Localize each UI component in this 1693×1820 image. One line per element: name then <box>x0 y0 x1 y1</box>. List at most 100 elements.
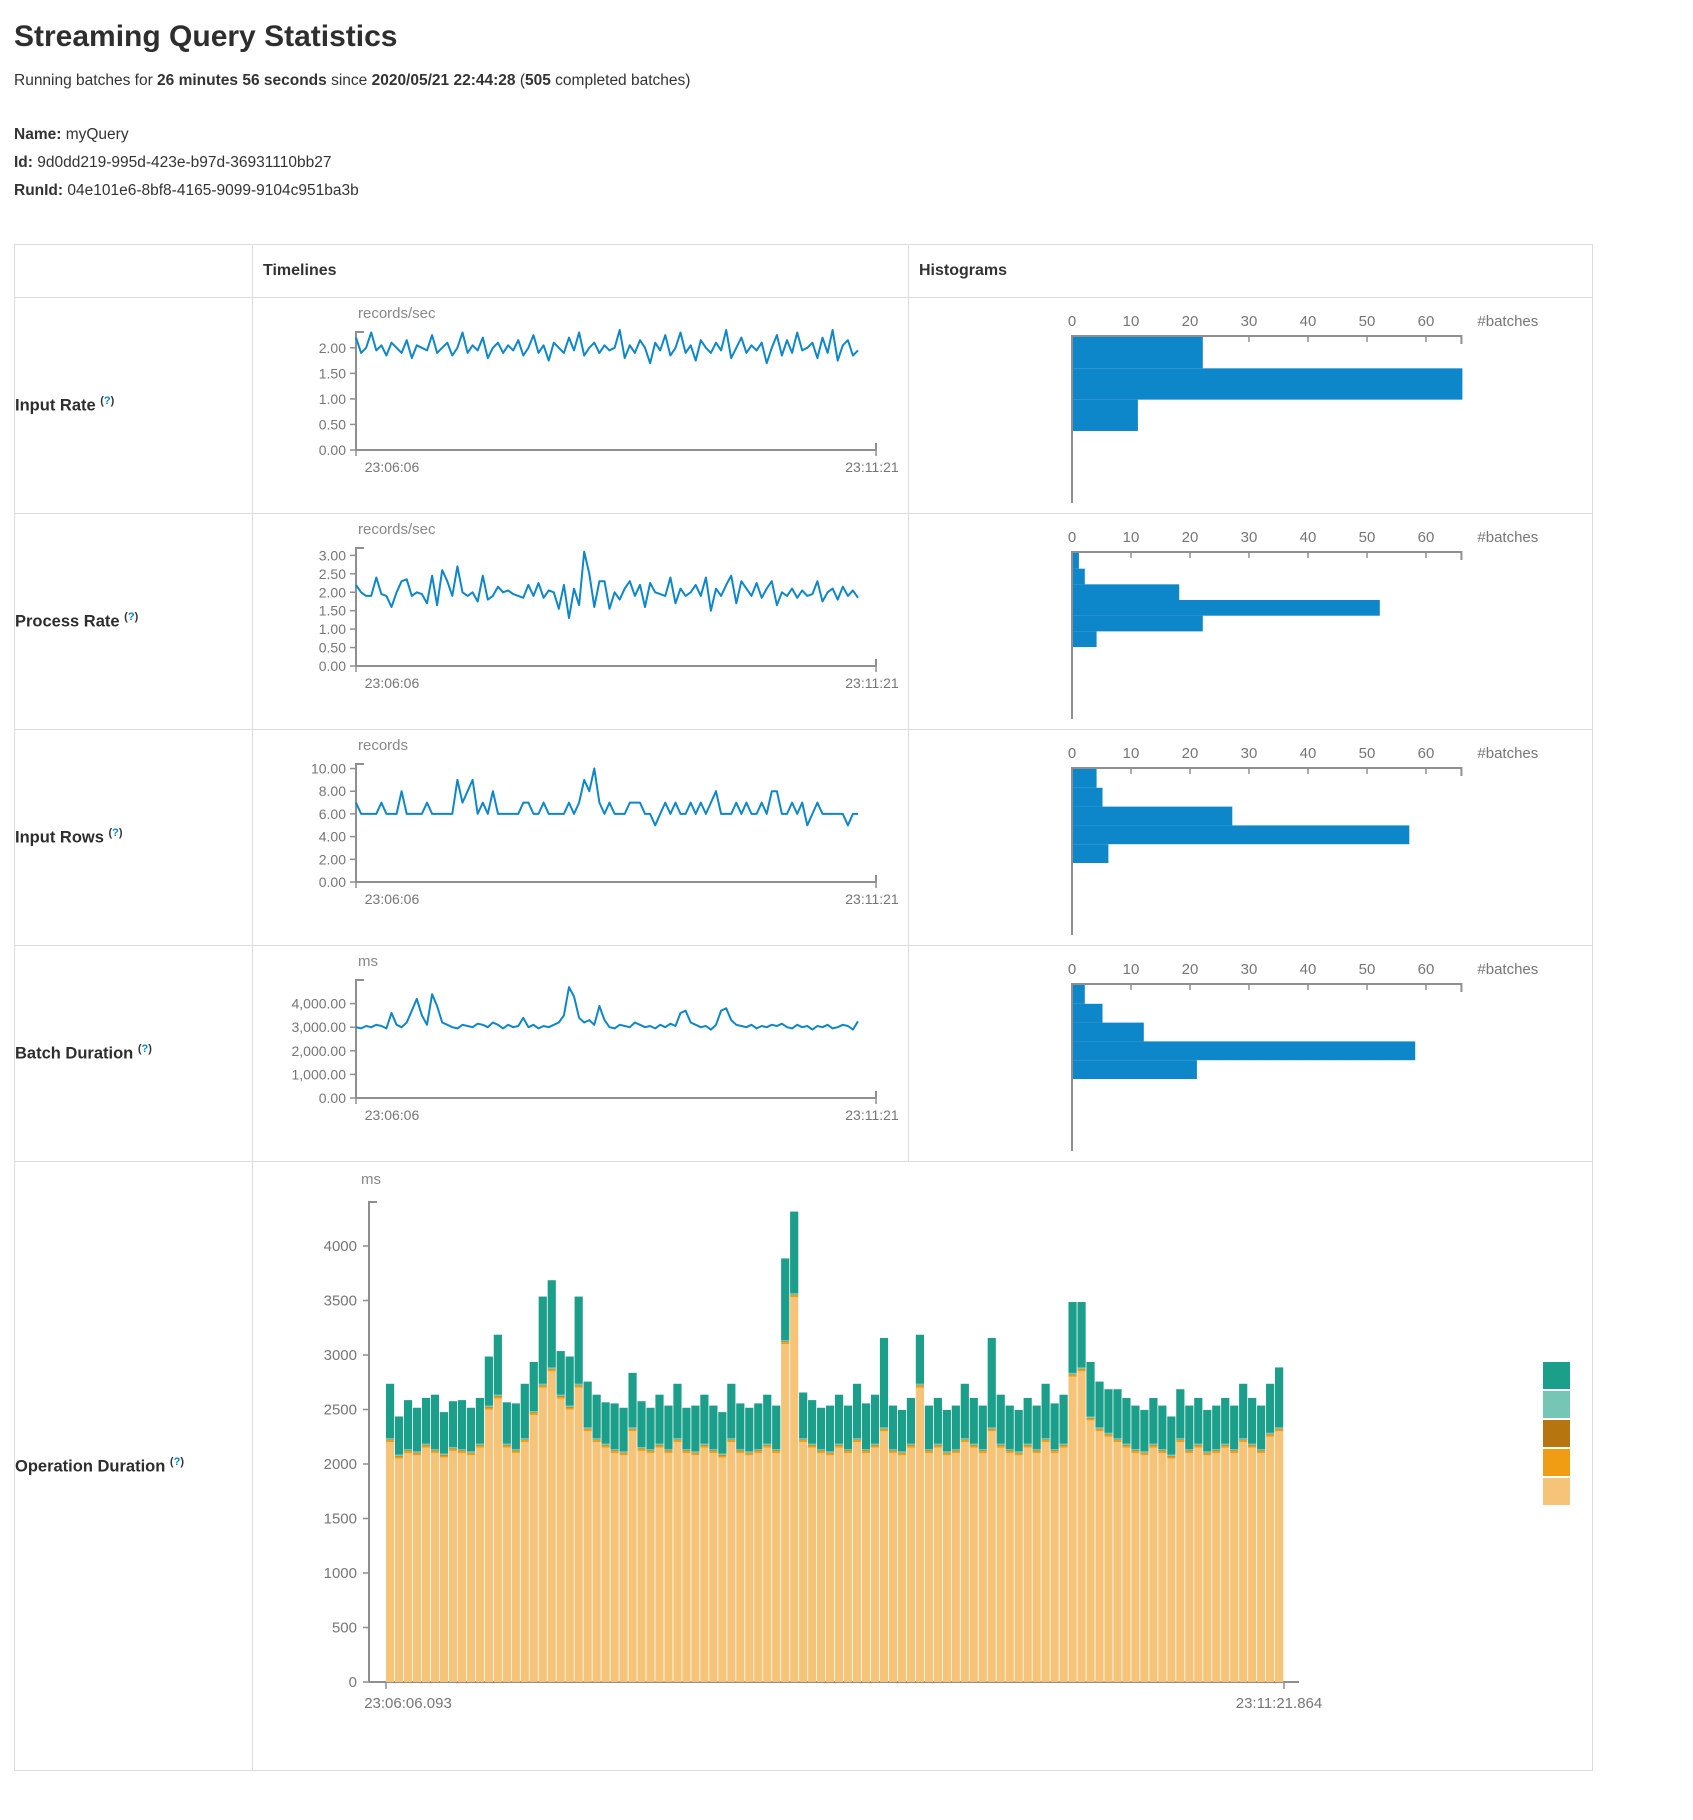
svg-text:10: 10 <box>1123 745 1140 762</box>
svg-text:50: 50 <box>1359 961 1376 978</box>
timelines-header: Timelines <box>253 245 909 298</box>
input-rate-help-tooltip[interactable]: (?) <box>100 395 114 407</box>
svg-text:4000: 4000 <box>324 1238 357 1255</box>
metric-column-header <box>15 245 253 298</box>
name-value: myQuery <box>61 126 128 143</box>
svg-text:20: 20 <box>1182 745 1199 762</box>
svg-text:0.00: 0.00 <box>319 442 346 458</box>
svg-text:50: 50 <box>1359 745 1376 762</box>
batch-duration-timeline-chart: ms4,000.003,000.002,000.001,000.000.0023… <box>253 946 909 1162</box>
input-rate-histogram-chart: 0102030405060#batches <box>909 298 1593 514</box>
svg-text:60: 60 <box>1418 529 1435 546</box>
svg-text:10: 10 <box>1123 529 1140 546</box>
legend-swatch-5 <box>1543 1478 1570 1505</box>
svg-text:1.00: 1.00 <box>319 391 346 407</box>
svg-text:23:11:21: 23:11:21 <box>845 459 899 475</box>
svg-text:records/sec: records/sec <box>358 521 436 538</box>
svg-text:30: 30 <box>1241 961 1258 978</box>
svg-text:3000: 3000 <box>324 1347 357 1364</box>
svg-text:1,000.00: 1,000.00 <box>292 1066 347 1082</box>
summary-paren: ( <box>516 72 525 89</box>
legend-swatch-1 <box>1543 1362 1570 1389</box>
svg-text:23:06:06: 23:06:06 <box>365 675 420 691</box>
page-title: Streaming Query Statistics <box>14 20 1693 54</box>
svg-text:4,000.00: 4,000.00 <box>292 996 347 1012</box>
svg-text:#batches: #batches <box>1477 745 1538 762</box>
process-rate-label: Process Rate (?) <box>15 514 253 730</box>
svg-text:23:06:06: 23:06:06 <box>365 1107 420 1123</box>
svg-text:1.00: 1.00 <box>319 621 346 637</box>
svg-text:ms: ms <box>361 1171 381 1188</box>
svg-text:1.50: 1.50 <box>319 603 346 619</box>
svg-text:23:06:06: 23:06:06 <box>365 891 420 907</box>
input-rate-label: Input Rate (?) <box>15 298 253 514</box>
input-rows-timeline-chart: records10.008.006.004.002.000.0023:06:06… <box>253 730 909 946</box>
svg-text:records/sec: records/sec <box>358 305 436 322</box>
batch-duration-label: Batch Duration (?) <box>15 946 253 1162</box>
svg-text:1500: 1500 <box>324 1511 357 1528</box>
query-name-line: Name: myQuery <box>14 126 1693 144</box>
input-rows-help-tooltip[interactable]: (?) <box>109 827 123 839</box>
running-batches-summary: Running batches for 26 minutes 56 second… <box>14 72 1693 90</box>
completed-batches-count: 505 <box>525 72 551 89</box>
svg-text:23:06:06.093: 23:06:06.093 <box>364 1695 452 1712</box>
svg-text:ms: ms <box>358 953 378 970</box>
statistics-table: Timelines Histograms Input Rate (?) recor… <box>14 244 1593 1771</box>
svg-text:40: 40 <box>1300 961 1317 978</box>
svg-text:2.00: 2.00 <box>319 340 346 356</box>
svg-text:0: 0 <box>1068 961 1076 978</box>
svg-text:0.50: 0.50 <box>319 416 346 432</box>
svg-text:10.00: 10.00 <box>311 761 346 777</box>
svg-text:23:11:21.864: 23:11:21.864 <box>1236 1695 1322 1712</box>
histograms-header: Histograms <box>909 245 1593 298</box>
svg-text:23:11:21: 23:11:21 <box>845 675 899 691</box>
svg-text:3500: 3500 <box>324 1293 357 1310</box>
name-label: Name: <box>14 126 61 143</box>
svg-text:#batches: #batches <box>1477 313 1538 330</box>
query-runid-line: RunId: 04e101e6-8bf8-4165-9099-9104c951b… <box>14 182 1693 200</box>
operation-duration-help-tooltip[interactable]: (?) <box>170 1456 184 1468</box>
svg-text:0: 0 <box>349 1674 357 1691</box>
process-rate-timeline-chart: records/sec3.002.502.001.501.000.500.002… <box>253 514 909 730</box>
operation-duration-stacked-chart: ms4000350030002500200015001000500023:06:… <box>253 1162 1593 1771</box>
legend-swatch-3 <box>1543 1420 1570 1447</box>
svg-text:60: 60 <box>1418 313 1435 330</box>
legend-swatch-2 <box>1543 1391 1570 1418</box>
svg-text:500: 500 <box>332 1620 357 1637</box>
svg-text:#batches: #batches <box>1477 529 1538 546</box>
runid-label: RunId: <box>14 182 63 199</box>
summary-mid: since <box>327 72 372 89</box>
svg-text:50: 50 <box>1359 313 1376 330</box>
svg-text:20: 20 <box>1182 313 1199 330</box>
svg-text:10: 10 <box>1123 313 1140 330</box>
start-timestamp: 2020/05/21 22:44:28 <box>372 72 516 89</box>
query-meta: Name: myQuery Id: 9d0dd219-995d-423e-b97… <box>14 126 1693 200</box>
svg-text:30: 30 <box>1241 745 1258 762</box>
svg-text:60: 60 <box>1418 745 1435 762</box>
svg-text:records: records <box>358 737 408 754</box>
svg-text:8.00: 8.00 <box>319 783 346 799</box>
svg-text:30: 30 <box>1241 313 1258 330</box>
table-header-row: Timelines Histograms <box>15 245 1593 298</box>
svg-text:2.50: 2.50 <box>319 566 346 582</box>
svg-text:0.00: 0.00 <box>319 1090 346 1106</box>
runid-value: 04e101e6-8bf8-4165-9099-9104c951ba3b <box>63 182 359 199</box>
svg-text:60: 60 <box>1418 961 1435 978</box>
input-rows-label: Input Rows (?) <box>15 730 253 946</box>
batch-duration-row: Batch Duration (?)ms4,000.003,000.002,00… <box>15 946 1593 1162</box>
batch-duration-help-tooltip[interactable]: (?) <box>138 1043 152 1055</box>
batch-duration-histogram-chart: 0102030405060#batches <box>909 946 1593 1162</box>
input-rows-histogram-chart: 0102030405060#batches <box>909 730 1593 946</box>
process-rate-help-tooltip[interactable]: (?) <box>124 611 138 623</box>
process-rate-histogram-chart: 0102030405060#batches <box>909 514 1593 730</box>
svg-text:23:11:21: 23:11:21 <box>845 1107 899 1123</box>
svg-text:3,000.00: 3,000.00 <box>292 1019 347 1035</box>
input-rate-timeline-chart: records/sec2.001.501.000.500.0023:06:062… <box>253 298 909 514</box>
svg-text:30: 30 <box>1241 529 1258 546</box>
summary-prefix: Running batches for <box>14 72 157 89</box>
svg-text:0: 0 <box>1068 313 1076 330</box>
input-rows-row: Input Rows (?)records10.008.006.004.002.… <box>15 730 1593 946</box>
svg-text:0.00: 0.00 <box>319 658 346 674</box>
svg-text:4.00: 4.00 <box>319 829 346 845</box>
svg-text:#batches: #batches <box>1477 961 1538 978</box>
